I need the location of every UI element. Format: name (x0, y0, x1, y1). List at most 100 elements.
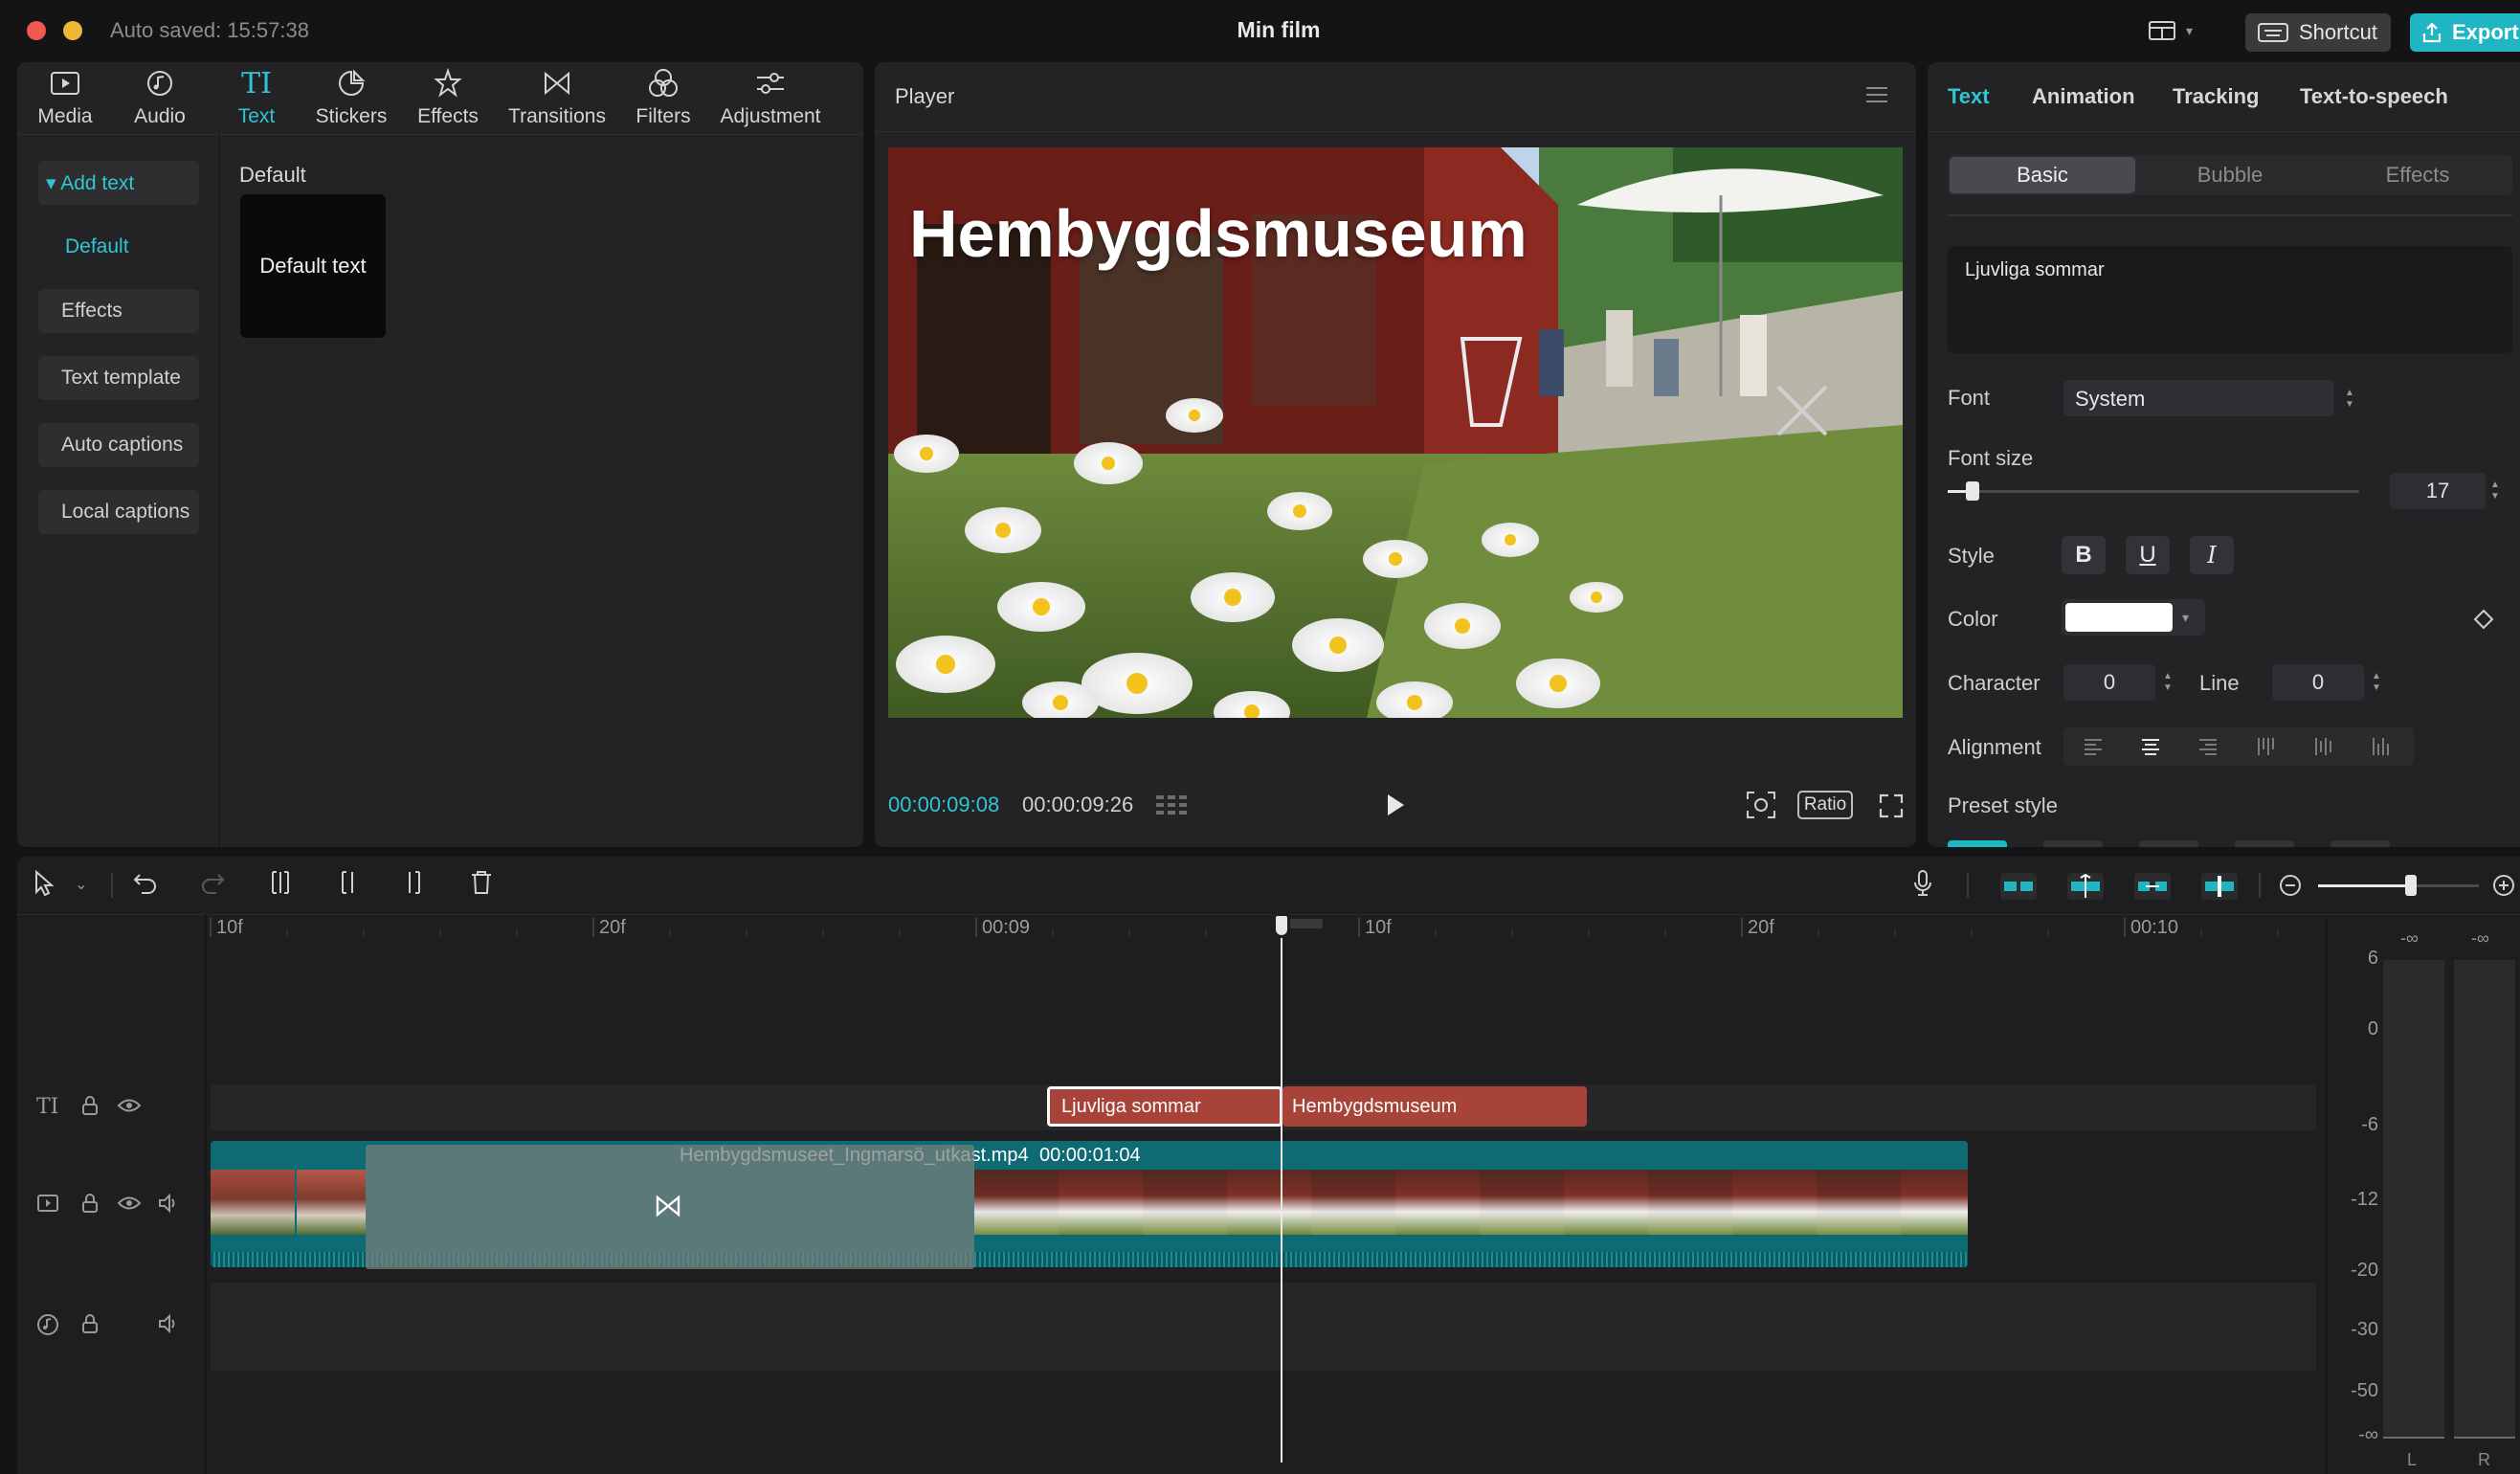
sidebar-item-auto-captions[interactable]: Auto captions (38, 423, 199, 467)
timeline-zoom-thumb[interactable] (2405, 875, 2418, 896)
vertical-align-bottom-icon[interactable] (2370, 736, 2391, 757)
vertical-align-top-icon[interactable] (2255, 736, 2276, 757)
italic-button[interactable]: I (2190, 536, 2234, 574)
character-spacing-stepper[interactable]: ▲ ▼ (2161, 665, 2174, 700)
vertical-align-middle-icon[interactable] (2312, 736, 2333, 757)
color-picker[interactable]: ▾ (2062, 599, 2205, 636)
default-text-card[interactable]: Default text (240, 194, 386, 338)
preset-style-swatch[interactable] (2139, 840, 2198, 847)
align-center-icon[interactable] (2140, 736, 2161, 757)
subtab-effects[interactable]: Effects (2325, 157, 2510, 193)
color-keyframe-icon[interactable] (2473, 609, 2494, 630)
sidebar-item-effects[interactable]: Effects (38, 289, 199, 333)
lock-icon[interactable] (80, 1193, 100, 1214)
font-size-value: 17 (2425, 479, 2450, 502)
fullscreen-icon[interactable] (1878, 793, 1905, 819)
character-spacing-input[interactable]: 0 (2063, 664, 2155, 701)
bold-label: B (2075, 542, 2092, 568)
font-size-input[interactable]: 17 (2390, 473, 2486, 509)
underline-button[interactable]: U (2126, 536, 2170, 574)
text-clip[interactable]: Hembygdsmuseum (1282, 1086, 1587, 1127)
playhead-handle[interactable] (1273, 913, 1290, 938)
sidebar-item-default[interactable]: Default (38, 225, 199, 269)
redo-button[interactable] (199, 869, 226, 896)
line-spacing-input[interactable]: 0 (2272, 664, 2364, 701)
zoom-in-icon[interactable] (2491, 873, 2516, 898)
player-menu-icon[interactable] (1864, 84, 1889, 105)
snapshot-icon[interactable] (1746, 791, 1776, 819)
text-content-field[interactable]: Ljuvliga sommar (1948, 246, 2512, 353)
video-preview[interactable]: Hembygdsmuseum (888, 147, 1903, 718)
prop-tab-text[interactable]: Text (1948, 84, 1990, 109)
font-select[interactable]: System (2063, 380, 2333, 416)
clip-thumbnail (1648, 1170, 1732, 1235)
prop-tab-text-to-speech[interactable]: Text-to-speech (2300, 84, 2448, 109)
tab-effects[interactable]: Effects (405, 67, 491, 128)
clip-thumbnail (974, 1170, 1059, 1235)
shortcut-button[interactable]: Shortcut (2245, 13, 2391, 52)
select-tool-dropdown[interactable]: ⌄ (75, 875, 87, 894)
speaker-icon[interactable] (157, 1193, 180, 1214)
delete-button[interactable] (469, 869, 494, 896)
tab-filters[interactable]: Filters (620, 67, 706, 128)
video-overlay-text[interactable]: Hembygdsmuseum (909, 195, 1528, 272)
link-clips-button[interactable] (2134, 873, 2171, 900)
font-size-stepper[interactable]: ▲ ▼ (2488, 474, 2502, 508)
bold-button[interactable]: B (2062, 536, 2106, 574)
zoom-out-icon[interactable] (2278, 873, 2303, 898)
split-button[interactable] (268, 869, 293, 896)
subtab-basic[interactable]: Basic (1950, 157, 2135, 193)
preset-style-swatch[interactable] (1948, 840, 2007, 847)
minimize-window-button[interactable] (63, 21, 82, 40)
magnet-snap-button[interactable] (2000, 873, 2037, 900)
line-spacing-stepper[interactable]: ▲ ▼ (2370, 665, 2383, 700)
tab-adjustment[interactable]: Adjustment (718, 67, 823, 128)
select-tool-button[interactable] (33, 869, 56, 898)
ratio-button[interactable]: Ratio (1797, 791, 1853, 819)
sidebar-item-add-text[interactable]: ▾ Add text (38, 161, 199, 205)
sidebar-item-local-captions[interactable]: Local captions (38, 490, 199, 534)
tab-media[interactable]: Media (22, 67, 108, 128)
tab-audio[interactable]: Audio (117, 67, 203, 128)
prop-tab-animation[interactable]: Animation (2032, 84, 2135, 109)
tab-text[interactable]: TI Text (213, 67, 300, 128)
font-select-stepper[interactable]: ▲ ▼ (2343, 382, 2356, 416)
align-right-icon[interactable] (2197, 736, 2219, 757)
align-left-icon[interactable] (2083, 736, 2104, 757)
lock-icon[interactable] (80, 1095, 100, 1116)
undo-button[interactable] (132, 869, 159, 896)
preset-style-swatch[interactable] (2330, 840, 2390, 847)
transition-overlay[interactable] (366, 1145, 974, 1269)
layout-menu-button[interactable]: ▾ (2148, 19, 2193, 42)
alignment-group (2063, 727, 2414, 766)
clip-thumbnail (211, 1170, 295, 1235)
timeline-zoom-slider[interactable] (2318, 875, 2479, 896)
timecode-format-icon[interactable] (1154, 793, 1189, 817)
tab-transitions[interactable]: Transitions (508, 67, 606, 128)
auto-snap-button[interactable] (2067, 873, 2104, 900)
preview-axis-button[interactable] (2201, 873, 2238, 900)
preset-style-strip (1948, 840, 2512, 847)
close-window-button[interactable] (27, 21, 46, 40)
font-size-slider-track[interactable] (1948, 481, 2359, 501)
text-clip[interactable]: Ljuvliga sommar (1047, 1086, 1282, 1127)
timeline-ruler[interactable] (209, 914, 2314, 941)
export-button[interactable]: Export (2410, 13, 2520, 52)
tab-stickers[interactable]: Stickers (308, 67, 394, 128)
preset-style-swatch[interactable] (2043, 840, 2103, 847)
visibility-icon[interactable] (117, 1097, 142, 1114)
visibility-icon[interactable] (117, 1195, 142, 1212)
subtab-bubble[interactable]: Bubble (2137, 157, 2323, 193)
play-button[interactable] (1385, 793, 1406, 817)
sidebar-item-text-template[interactable]: Text template (38, 356, 199, 400)
trim-right-button[interactable] (402, 869, 427, 896)
font-size-slider-thumb[interactable] (1965, 481, 1979, 501)
lock-icon[interactable] (80, 1313, 100, 1334)
effects-icon (433, 67, 463, 100)
prop-tab-tracking[interactable]: Tracking (2173, 84, 2259, 109)
font-select-value: System (2075, 387, 2146, 411)
trim-left-button[interactable] (335, 869, 360, 896)
speaker-icon[interactable] (157, 1313, 180, 1334)
preset-style-swatch[interactable] (2235, 840, 2294, 847)
microphone-icon[interactable] (1911, 869, 1934, 898)
